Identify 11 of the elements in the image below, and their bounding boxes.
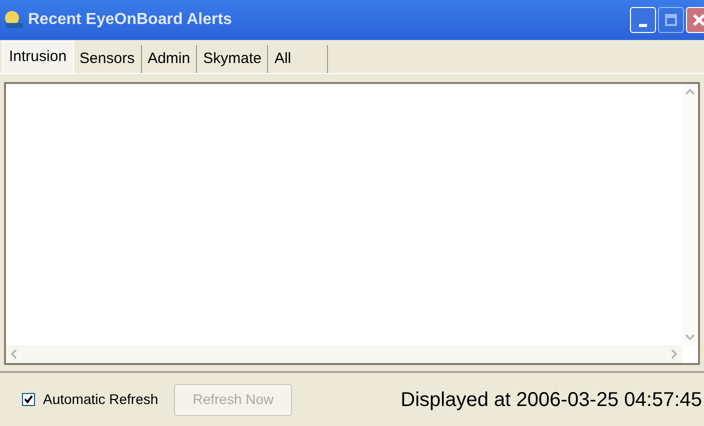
maximize-icon <box>665 14 677 26</box>
app-icon <box>4 10 24 30</box>
minimize-icon <box>639 24 647 26</box>
minimize-button[interactable] <box>630 7 656 33</box>
displayed-at-text: Displayed at 2006-03-25 04:57:45 <box>400 388 702 412</box>
close-icon <box>692 13 704 27</box>
check-icon <box>24 395 33 404</box>
checkbox[interactable] <box>22 393 35 406</box>
window-title: Recent EyeOnBoard Alerts <box>28 10 233 30</box>
checkbox-label: Automatic Refresh <box>43 390 158 409</box>
tab[interactable]: Intrusion <box>2 41 74 73</box>
